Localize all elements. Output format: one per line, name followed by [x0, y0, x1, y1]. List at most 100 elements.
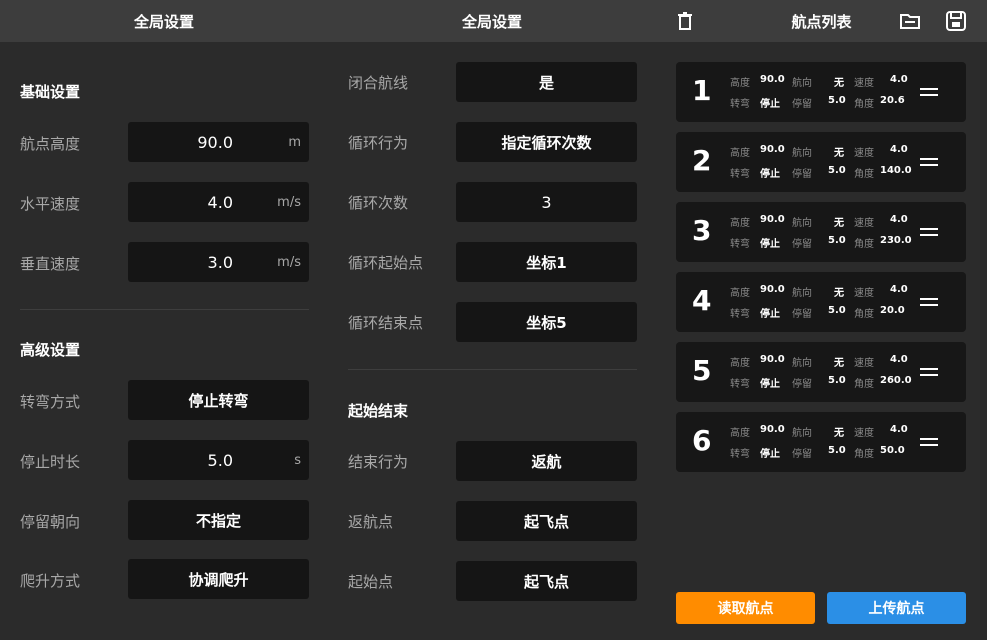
- vertical-speed-label: 垂直速度: [20, 255, 81, 273]
- angle-key: 角度: [854, 379, 874, 390]
- loop-end-select[interactable]: 坐标5: [456, 302, 637, 342]
- drag-handle-icon[interactable]: [920, 297, 938, 307]
- panel-header: 全局设置: [0, 0, 328, 42]
- stay-key: 停留: [792, 99, 812, 110]
- speed-key: 速度: [854, 288, 874, 299]
- waypoint-height-unit: m: [288, 134, 301, 150]
- stay-key: 停留: [792, 379, 812, 390]
- angle-key: 角度: [854, 99, 874, 110]
- upload-waypoints-button[interactable]: 上传航点: [827, 592, 966, 624]
- return-point-select[interactable]: 起飞点: [456, 501, 637, 541]
- return-point-label: 返航点: [348, 513, 394, 531]
- turn-key: 转弯: [730, 169, 750, 180]
- turn-key: 转弯: [730, 99, 750, 110]
- drag-handle-icon[interactable]: [920, 157, 938, 167]
- turn-key: 转弯: [730, 239, 750, 250]
- drag-handle-icon[interactable]: [920, 227, 938, 237]
- save-icon[interactable]: [945, 11, 967, 31]
- start-point-select[interactable]: 起飞点: [456, 561, 637, 601]
- heading-key: 航向: [792, 78, 812, 89]
- turn-value: 停止: [760, 309, 780, 320]
- waypoint-card[interactable]: 6 高度 90.0 航向 无速度 4.0 转弯 停止 停留 5.0 角度 50.0: [676, 412, 966, 472]
- heading-value: 无: [834, 288, 844, 299]
- stay-value: 5.0: [828, 375, 846, 386]
- end-behavior-label: 结束行为: [348, 453, 409, 471]
- divider: [20, 309, 309, 310]
- waypoint-card[interactable]: 4 高度 90.0 航向 无速度 4.0 转弯 停止 停留 5.0 角度 20.0: [676, 272, 966, 332]
- horizontal-speed-input[interactable]: 4.0 m/s: [128, 182, 309, 222]
- divider: [348, 369, 637, 370]
- height-value: 90.0: [760, 144, 785, 155]
- loop-end-label: 循环结束点: [348, 314, 424, 332]
- stop-duration-input[interactable]: 5.0 s: [128, 440, 309, 480]
- stay-value: 5.0: [828, 305, 846, 316]
- heading-value: 无: [834, 428, 844, 439]
- vertical-speed-input[interactable]: 3.0 m/s: [128, 242, 309, 282]
- horizontal-speed-label: 水平速度: [20, 195, 81, 213]
- height-value: 90.0: [760, 74, 785, 85]
- height-value: 90.0: [760, 424, 785, 435]
- drag-handle-icon[interactable]: [920, 87, 938, 97]
- stay-value: 5.0: [828, 95, 846, 106]
- end-behavior-select[interactable]: 返航: [456, 441, 637, 481]
- folder-icon[interactable]: [899, 11, 921, 31]
- stop-duration-value: 5.0: [207, 450, 233, 470]
- loop-start-select[interactable]: 坐标1: [456, 242, 637, 282]
- speed-value: 4.0: [890, 74, 908, 85]
- turn-mode-select[interactable]: 停止转弯: [128, 380, 309, 420]
- panel-header: 全局设置: [328, 0, 656, 42]
- height-key: 高度: [730, 358, 750, 369]
- heading-key: 航向: [792, 148, 812, 159]
- start-point-label: 起始点: [348, 573, 394, 591]
- closed-route-select[interactable]: 是: [456, 62, 637, 102]
- read-waypoints-button[interactable]: 读取航点: [676, 592, 815, 624]
- angle-value: 50.0: [880, 445, 905, 456]
- basic-settings-title: 基础设置: [20, 83, 81, 101]
- loop-behavior-select[interactable]: 指定循环次数: [456, 122, 637, 162]
- waypoint-card[interactable]: 1 高度 90.0 航向 无速度 4.0 转弯 停止 停留 5.0 角度 20.6: [676, 62, 966, 122]
- turn-key: 转弯: [730, 449, 750, 460]
- angle-key: 角度: [854, 449, 874, 460]
- global-settings-panel-left: 全局设置 基础设置 航点高度 90.0 m 水平速度 4.0 m/s 垂直速度 …: [0, 0, 328, 640]
- waypoint-card[interactable]: 2 高度 90.0 航向 无速度 4.0 转弯 停止 停留 5.0 角度 140.0: [676, 132, 966, 192]
- loop-behavior-label: 循环行为: [348, 134, 409, 152]
- stay-heading-select[interactable]: 不指定: [128, 500, 309, 540]
- drag-handle-icon[interactable]: [920, 367, 938, 377]
- speed-value: 4.0: [890, 284, 908, 295]
- angle-key: 角度: [854, 169, 874, 180]
- stay-heading-label: 停留朝向: [20, 513, 81, 531]
- stay-value: 5.0: [828, 235, 846, 246]
- climb-mode-select[interactable]: 协调爬升: [128, 559, 309, 599]
- waypoint-number: 4: [692, 284, 712, 317]
- speed-value: 4.0: [890, 144, 908, 155]
- waypoint-params: 高度 90.0 航向 无速度 4.0 转弯 停止 停留 5.0 角度 230.0: [730, 214, 912, 250]
- waypoint-number: 3: [692, 214, 712, 247]
- waypoint-card[interactable]: 5 高度 90.0 航向 无速度 4.0 转弯 停止 停留 5.0 角度 260.0: [676, 342, 966, 402]
- vertical-speed-unit: m/s: [277, 254, 301, 270]
- stay-key: 停留: [792, 169, 812, 180]
- global-settings-panel-mid: 全局设置 闭合航线 是 循环行为 指定循环次数 循环次数 3 循环起始点 坐标1…: [328, 0, 656, 640]
- drag-handle-icon[interactable]: [920, 437, 938, 447]
- height-key: 高度: [730, 288, 750, 299]
- loop-count-input[interactable]: 3: [456, 182, 637, 222]
- waypoint-params: 高度 90.0 航向 无速度 4.0 转弯 停止 停留 5.0 角度 20.0: [730, 284, 910, 320]
- trash-icon[interactable]: [674, 11, 696, 31]
- waypoint-params: 高度 90.0 航向 无速度 4.0 转弯 停止 停留 5.0 角度 140.0: [730, 144, 912, 180]
- horizontal-speed-unit: m/s: [277, 194, 301, 210]
- waypoint-card[interactable]: 3 高度 90.0 航向 无速度 4.0 转弯 停止 停留 5.0 角度 230.0: [676, 202, 966, 262]
- angle-key: 角度: [854, 309, 874, 320]
- height-value: 90.0: [760, 354, 785, 365]
- stay-key: 停留: [792, 449, 812, 460]
- waypoint-number: 1: [692, 74, 712, 107]
- angle-value: 20.0: [880, 305, 905, 316]
- turn-key: 转弯: [730, 379, 750, 390]
- angle-key: 角度: [854, 239, 874, 250]
- heading-key: 航向: [792, 428, 812, 439]
- stay-value: 5.0: [828, 445, 846, 456]
- start-end-title: 起始结束: [348, 402, 409, 420]
- speed-value: 4.0: [890, 424, 908, 435]
- waypoint-number: 2: [692, 144, 712, 177]
- stay-value: 5.0: [828, 165, 846, 176]
- turn-key: 转弯: [730, 309, 750, 320]
- waypoint-height-input[interactable]: 90.0 m: [128, 122, 309, 162]
